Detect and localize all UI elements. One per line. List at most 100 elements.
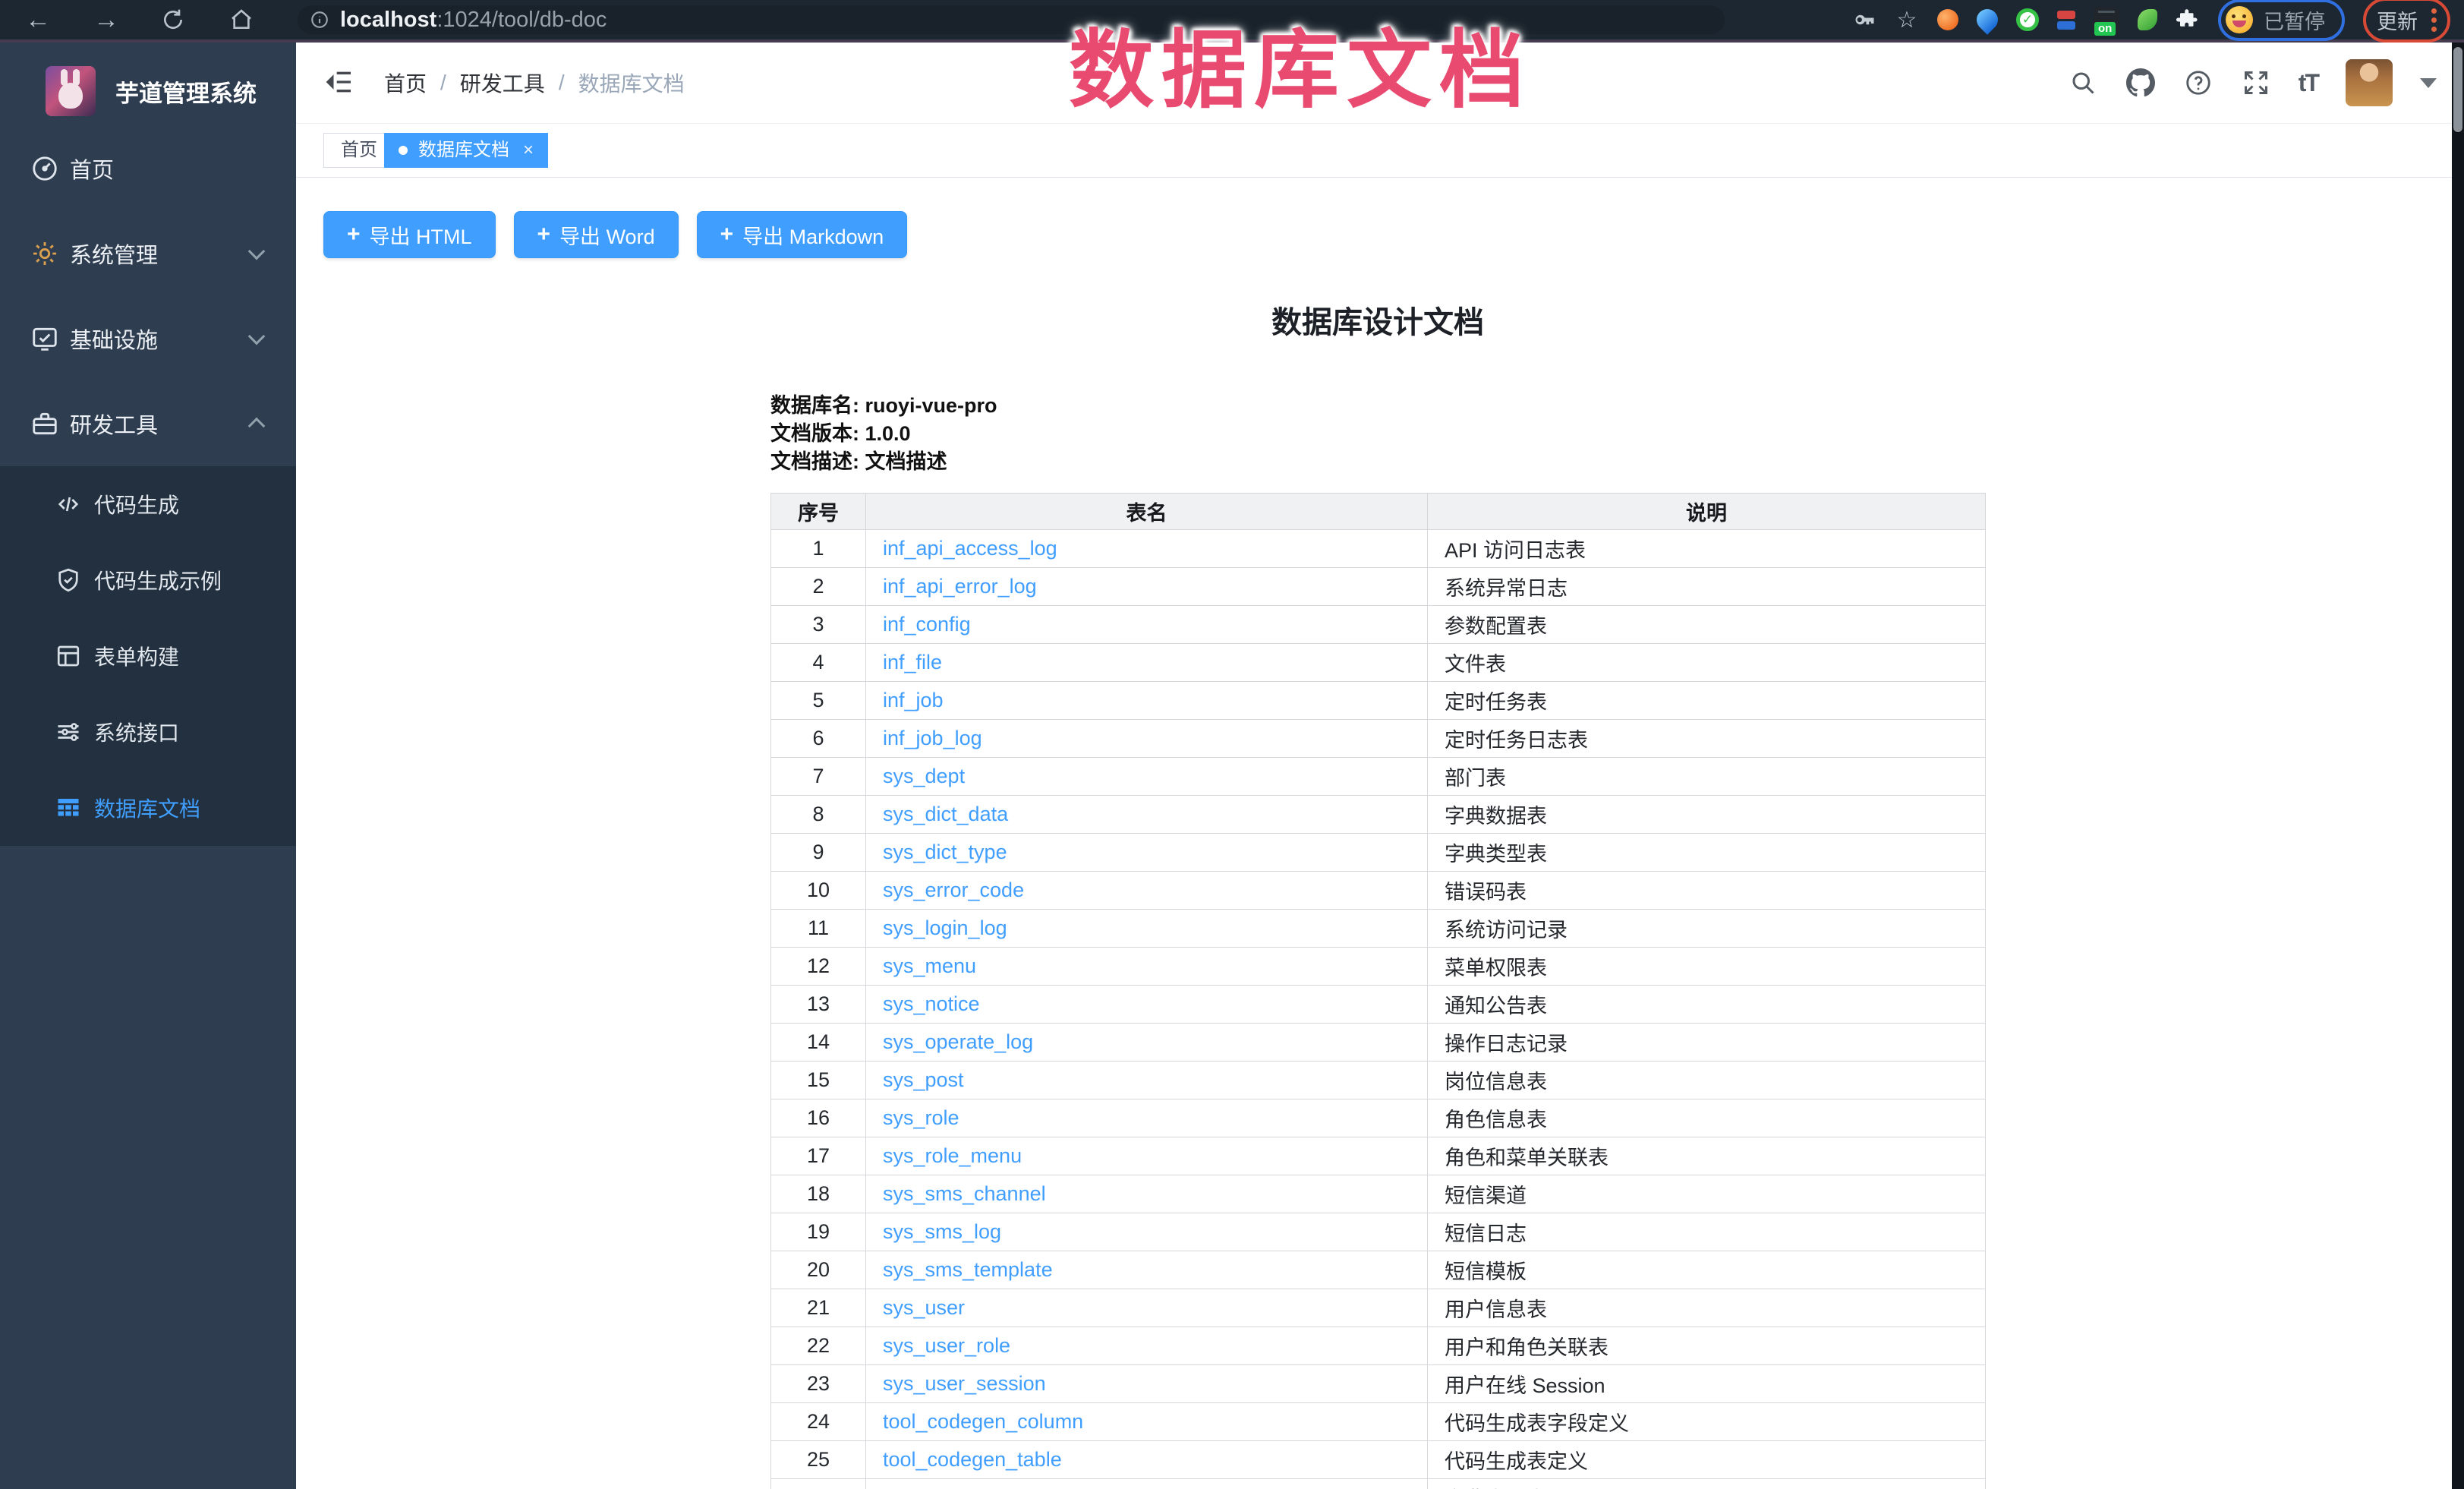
- submenu-item-db-doc[interactable]: 数据库文档: [0, 770, 296, 846]
- extension-icon-2[interactable]: [1972, 5, 2002, 35]
- table-link[interactable]: inf_job: [883, 689, 944, 711]
- cell-text: 短信模板: [1445, 1260, 1527, 1283]
- table-link[interactable]: sys_menu: [883, 954, 976, 977]
- table-link[interactable]: sys_dept: [883, 765, 965, 787]
- cell-text: 21: [807, 1296, 830, 1319]
- app-logo[interactable]: 芋道管理系统: [0, 62, 257, 120]
- font-size-icon[interactable]: tT: [2299, 69, 2318, 97]
- table-link[interactable]: inf_config: [883, 613, 971, 636]
- table-link[interactable]: sys_notice: [883, 992, 980, 1015]
- page-content: + 导出 HTML + 导出 Word + 导出 Markdown 数据库设计文…: [296, 176, 2452, 1489]
- table-link[interactable]: sys_post: [883, 1068, 964, 1091]
- table-link[interactable]: sys_dict_type: [883, 841, 1007, 863]
- fullscreen-icon[interactable]: [2241, 68, 2271, 98]
- table-row: 11sys_login_log系统访问记录: [771, 910, 1986, 948]
- cell-text: 16: [807, 1106, 830, 1129]
- cell-text: 13: [807, 992, 830, 1015]
- submenu-item-codegen-demo[interactable]: 代码生成示例: [0, 542, 296, 618]
- breadcrumb-home[interactable]: 首页: [384, 68, 427, 98]
- column-header: 说明: [1428, 494, 1986, 530]
- tag-db-doc[interactable]: 数据库文档 ×: [384, 133, 548, 168]
- avatar-caret-icon[interactable]: [2420, 78, 2437, 88]
- search-icon[interactable]: [2068, 68, 2098, 98]
- table-link[interactable]: tool_test_demo: [883, 1486, 1023, 1489]
- url-path: :1024/tool/db-doc: [436, 8, 607, 33]
- user-avatar[interactable]: [2346, 59, 2393, 106]
- cell-text: 部门表: [1445, 767, 1506, 790]
- cell-text: 代码生成表定义: [1445, 1450, 1588, 1473]
- table-link[interactable]: tool_codegen_column: [883, 1410, 1083, 1433]
- help-icon[interactable]: [2183, 68, 2214, 98]
- table-link[interactable]: sys_dict_data: [883, 803, 1008, 825]
- table-link[interactable]: inf_file: [883, 651, 942, 674]
- submenu-item-codegen[interactable]: 代码生成: [0, 466, 296, 542]
- cell-text: 参数配置表: [1445, 615, 1547, 638]
- table-link[interactable]: inf_api_error_log: [883, 575, 1037, 598]
- table-link[interactable]: sys_role_menu: [883, 1144, 1022, 1167]
- column-header: 序号: [771, 494, 866, 530]
- table-link[interactable]: sys_login_log: [883, 916, 1007, 939]
- extension-icon-5[interactable]: on: [2094, 7, 2119, 33]
- reload-icon[interactable]: [153, 0, 193, 39]
- profile-avatar-icon: [2226, 6, 2253, 33]
- info-icon[interactable]: [310, 10, 329, 30]
- table-link[interactable]: sys_role: [883, 1106, 959, 1129]
- table-link[interactable]: inf_job_log: [883, 727, 982, 749]
- page-scrollbar[interactable]: [2452, 43, 2464, 1489]
- export-markdown-button[interactable]: + 导出 Markdown: [697, 211, 908, 258]
- table-row: 12sys_menu菜单权限表: [771, 948, 1986, 986]
- extension-icon-4[interactable]: [2057, 11, 2075, 30]
- scrollbar-thumb[interactable]: [2453, 47, 2462, 132]
- close-icon[interactable]: ×: [523, 134, 534, 167]
- table-link[interactable]: sys_user: [883, 1296, 965, 1319]
- back-icon[interactable]: ←: [18, 0, 58, 39]
- bookmark-star-icon[interactable]: ☆: [1895, 8, 1919, 32]
- cell-text: 操作日志记录: [1445, 1033, 1568, 1055]
- cell-text: 文件表: [1445, 653, 1506, 676]
- browser-menu-icon[interactable]: [2431, 8, 2437, 32]
- gear-icon: [30, 239, 59, 268]
- sidebar: 芋道管理系统 首页 系统管理 基础设施: [0, 43, 296, 1489]
- sidebar-fold-icon[interactable]: [323, 67, 355, 97]
- extensions-puzzle-icon[interactable]: [2176, 8, 2200, 32]
- extension-icon-3[interactable]: ✓: [2016, 8, 2039, 31]
- sidebar-item-devtools[interactable]: 研发工具: [0, 381, 296, 466]
- chevron-down-icon: [248, 328, 266, 345]
- export-html-button[interactable]: + 导出 HTML: [323, 211, 496, 258]
- extension-icon-6[interactable]: [2138, 9, 2157, 30]
- sidebar-item-infra[interactable]: 基础设施: [0, 296, 296, 381]
- table-link[interactable]: sys_error_code: [883, 879, 1024, 901]
- breadcrumb-devtools[interactable]: 研发工具: [460, 68, 545, 98]
- browser-update-button[interactable]: 更新: [2363, 0, 2450, 43]
- url-bar[interactable]: localhost:1024/tool/db-doc: [298, 5, 1725, 34]
- table-link[interactable]: sys_sms_log: [883, 1220, 1001, 1243]
- key-icon[interactable]: [1852, 8, 1876, 32]
- table-link[interactable]: sys_sms_template: [883, 1258, 1053, 1281]
- toolbox-icon: [30, 409, 59, 438]
- url-host: localhost: [340, 8, 436, 33]
- cell-text: 10: [807, 879, 830, 901]
- table-link[interactable]: inf_api_access_log: [883, 537, 1057, 560]
- sidebar-item-home[interactable]: 首页: [0, 126, 296, 211]
- table-row: 5inf_job定时任务表: [771, 682, 1986, 720]
- github-icon[interactable]: [2125, 68, 2156, 98]
- submenu-item-form-builder[interactable]: 表单构建: [0, 618, 296, 694]
- forward-icon[interactable]: →: [87, 0, 126, 39]
- sidebar-menu: 首页 系统管理 基础设施 研发工具: [0, 126, 296, 466]
- export-word-button[interactable]: + 导出 Word: [514, 211, 679, 258]
- extension-icon-1[interactable]: [1937, 9, 1958, 30]
- column-header: 表名: [866, 494, 1428, 530]
- doc-meta: 数据库名: ruoyi-vue-pro 文档版本: 1.0.0 文档描述: 文档…: [770, 392, 1985, 476]
- table-link[interactable]: sys_sms_channel: [883, 1182, 1046, 1205]
- cell-text: 7: [812, 765, 824, 787]
- table-link[interactable]: sys_user_session: [883, 1372, 1046, 1395]
- submenu-item-api[interactable]: 系统接口: [0, 694, 296, 770]
- table-row: 21sys_user用户信息表: [771, 1289, 1986, 1327]
- table-link[interactable]: sys_user_role: [883, 1334, 1010, 1357]
- table-link[interactable]: tool_codegen_table: [883, 1448, 1062, 1471]
- profile-paused-chip[interactable]: 已暂停: [2218, 0, 2345, 41]
- table-link[interactable]: sys_operate_log: [883, 1030, 1033, 1053]
- home-icon[interactable]: [222, 0, 261, 39]
- app-title: 芋道管理系统: [115, 74, 257, 109]
- sidebar-item-system[interactable]: 系统管理: [0, 211, 296, 296]
